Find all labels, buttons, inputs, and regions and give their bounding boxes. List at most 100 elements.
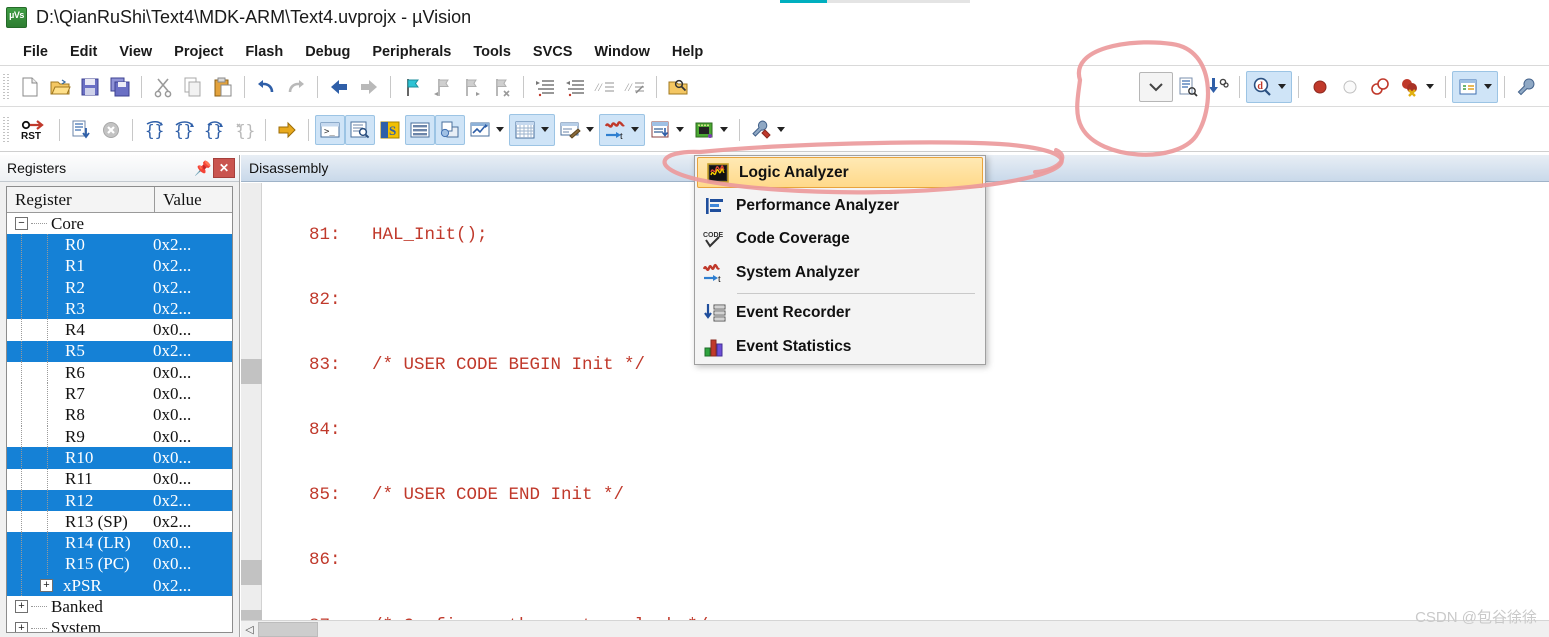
stop-icon[interactable]	[96, 115, 126, 145]
debug-session-button[interactable]: d	[1246, 70, 1292, 103]
table-row[interactable]: R5 0x2...	[7, 340, 232, 363]
table-row[interactable]: R8 0x0...	[7, 404, 232, 426]
open-file-icon[interactable]	[45, 72, 75, 102]
copy-icon[interactable]	[178, 72, 208, 102]
target-selector-dropdown[interactable]	[1139, 71, 1173, 102]
kill-breakpoints-caret[interactable]	[1426, 84, 1434, 89]
undo-icon[interactable]	[251, 72, 281, 102]
command-window-icon[interactable]: >_	[315, 114, 345, 145]
run-icon[interactable]	[66, 115, 96, 145]
registers-tree[interactable]: Register Value − Core R0 0x2... R1 0x2... …	[6, 186, 233, 633]
registers-group-system[interactable]: + System	[7, 618, 232, 632]
find-in-files-icon[interactable]	[663, 72, 693, 102]
toolbox-caret[interactable]	[777, 127, 785, 132]
analysis-windows-menu[interactable]: Logic Analyzer Performance Analyzer CODE…	[694, 155, 986, 365]
bookmark-toggle-icon[interactable]	[397, 72, 427, 102]
expander-system[interactable]: +	[15, 621, 28, 632]
disable-breakpoint-icon[interactable]	[1335, 72, 1365, 102]
menu-item-performance-analyzer[interactable]: Performance Analyzer	[695, 189, 985, 223]
save-icon[interactable]	[75, 72, 105, 102]
symbols-window-icon[interactable]: S	[375, 115, 405, 145]
trace-windows-caret[interactable]	[676, 127, 684, 132]
table-row[interactable]: R7 0x0...	[7, 383, 232, 405]
menu-item-edit[interactable]: Edit	[59, 41, 108, 63]
manage-components-icon[interactable]	[1203, 72, 1233, 102]
menu-item-code-coverage[interactable]: CODE Code Coverage	[695, 223, 985, 257]
cut-icon[interactable]	[148, 72, 178, 102]
debug-session-caret[interactable]	[1278, 84, 1286, 89]
serial-windows-caret[interactable]	[586, 127, 594, 132]
reset-cpu-icon[interactable]: RST	[15, 115, 53, 145]
table-row[interactable]: R13 (SP) 0x2...	[7, 511, 232, 533]
menu-item-project[interactable]: Project	[163, 41, 234, 63]
menu-item-flash[interactable]: Flash	[234, 41, 294, 63]
menu-item-peripherals[interactable]: Peripherals	[361, 41, 462, 63]
analysis-windows-button[interactable]: t	[599, 113, 645, 146]
horizontal-scrollbar[interactable]: ◁	[241, 620, 1549, 637]
menu-item-view[interactable]: View	[108, 41, 163, 63]
watch-windows-button[interactable]	[465, 115, 509, 145]
toolbar-grip[interactable]	[2, 73, 11, 100]
table-row[interactable]: R6 0x0...	[7, 362, 232, 384]
paste-icon[interactable]	[208, 72, 238, 102]
trace-windows-icon[interactable]	[645, 115, 675, 145]
back-icon[interactable]	[324, 72, 354, 102]
bookmark-next-icon[interactable]	[457, 72, 487, 102]
batch-build-icon[interactable]	[1173, 72, 1203, 102]
toolbox-button[interactable]	[746, 115, 790, 145]
debug-toolbar-grip[interactable]	[2, 116, 11, 143]
trace-windows-button[interactable]	[645, 115, 689, 145]
system-viewer-caret[interactable]	[720, 127, 728, 132]
uncomment-icon[interactable]: //	[620, 72, 650, 102]
kill-all-breakpoints-icon[interactable]	[1395, 72, 1425, 102]
toolbox-icon[interactable]	[746, 115, 776, 145]
configure-icon[interactable]	[1511, 72, 1541, 102]
memory-windows-caret[interactable]	[541, 127, 549, 132]
registers-window-icon[interactable]	[405, 114, 435, 145]
step-icon[interactable]: {}	[139, 115, 169, 145]
debug-session-icon[interactable]: d	[1247, 72, 1277, 102]
scroll-left-icon[interactable]: ◁	[241, 621, 258, 637]
memory-windows-button[interactable]	[509, 113, 555, 146]
step-out-icon[interactable]: {}	[199, 115, 229, 145]
watch-windows-icon[interactable]	[465, 115, 495, 145]
table-row[interactable]: R4 0x0...	[7, 319, 232, 341]
table-row[interactable]: + xPSR 0x2...	[7, 575, 232, 597]
registers-group-core[interactable]: − Core	[7, 213, 232, 234]
memory-windows-icon[interactable]	[510, 115, 540, 145]
watch-windows-caret[interactable]	[496, 127, 504, 132]
disassembly-gutter[interactable]	[241, 183, 262, 637]
project-window-icon[interactable]	[1453, 72, 1483, 102]
forward-icon[interactable]	[354, 72, 384, 102]
run-to-cursor-icon[interactable]: {}	[229, 115, 259, 145]
menu-item-logic-analyzer[interactable]: Logic Analyzer	[697, 157, 983, 188]
step-over-icon[interactable]: {}	[169, 115, 199, 145]
table-row[interactable]: R1 0x2...	[7, 255, 232, 277]
call-stack-icon[interactable]	[435, 114, 465, 145]
menu-item-tools[interactable]: Tools	[462, 41, 522, 63]
pin-icon[interactable]: 📌	[193, 158, 213, 178]
new-file-icon[interactable]	[15, 72, 45, 102]
registers-group-banked[interactable]: + Banked	[7, 596, 232, 617]
show-next-statement-icon[interactable]	[272, 115, 302, 145]
redo-icon[interactable]	[281, 72, 311, 102]
comment-icon[interactable]: //	[590, 72, 620, 102]
menu-item-svcs[interactable]: SVCS	[522, 41, 584, 63]
bookmark-clear-icon[interactable]	[487, 72, 517, 102]
outdent-icon[interactable]	[560, 72, 590, 102]
table-row[interactable]: R15 (PC) 0x0...	[7, 553, 232, 576]
insert-breakpoint-icon[interactable]	[1305, 72, 1335, 102]
kill-all-breakpoints-button[interactable]	[1395, 72, 1439, 102]
menu-item-window[interactable]: Window	[583, 41, 660, 63]
disassembly-window-icon[interactable]	[345, 114, 375, 145]
expander-banked[interactable]: +	[15, 600, 28, 614]
save-all-icon[interactable]	[105, 72, 135, 102]
table-row[interactable]: R2 0x2...	[7, 276, 232, 299]
expander-xpsr[interactable]: +	[40, 579, 53, 593]
close-icon[interactable]: ✕	[213, 158, 235, 178]
menu-item-debug[interactable]: Debug	[294, 41, 361, 63]
scrollbar-thumb[interactable]	[258, 621, 318, 637]
table-row[interactable]: R9 0x0...	[7, 425, 232, 448]
analysis-windows-icon[interactable]: t	[600, 115, 630, 145]
menu-item-system-analyzer[interactable]: t System Analyzer	[695, 256, 985, 290]
